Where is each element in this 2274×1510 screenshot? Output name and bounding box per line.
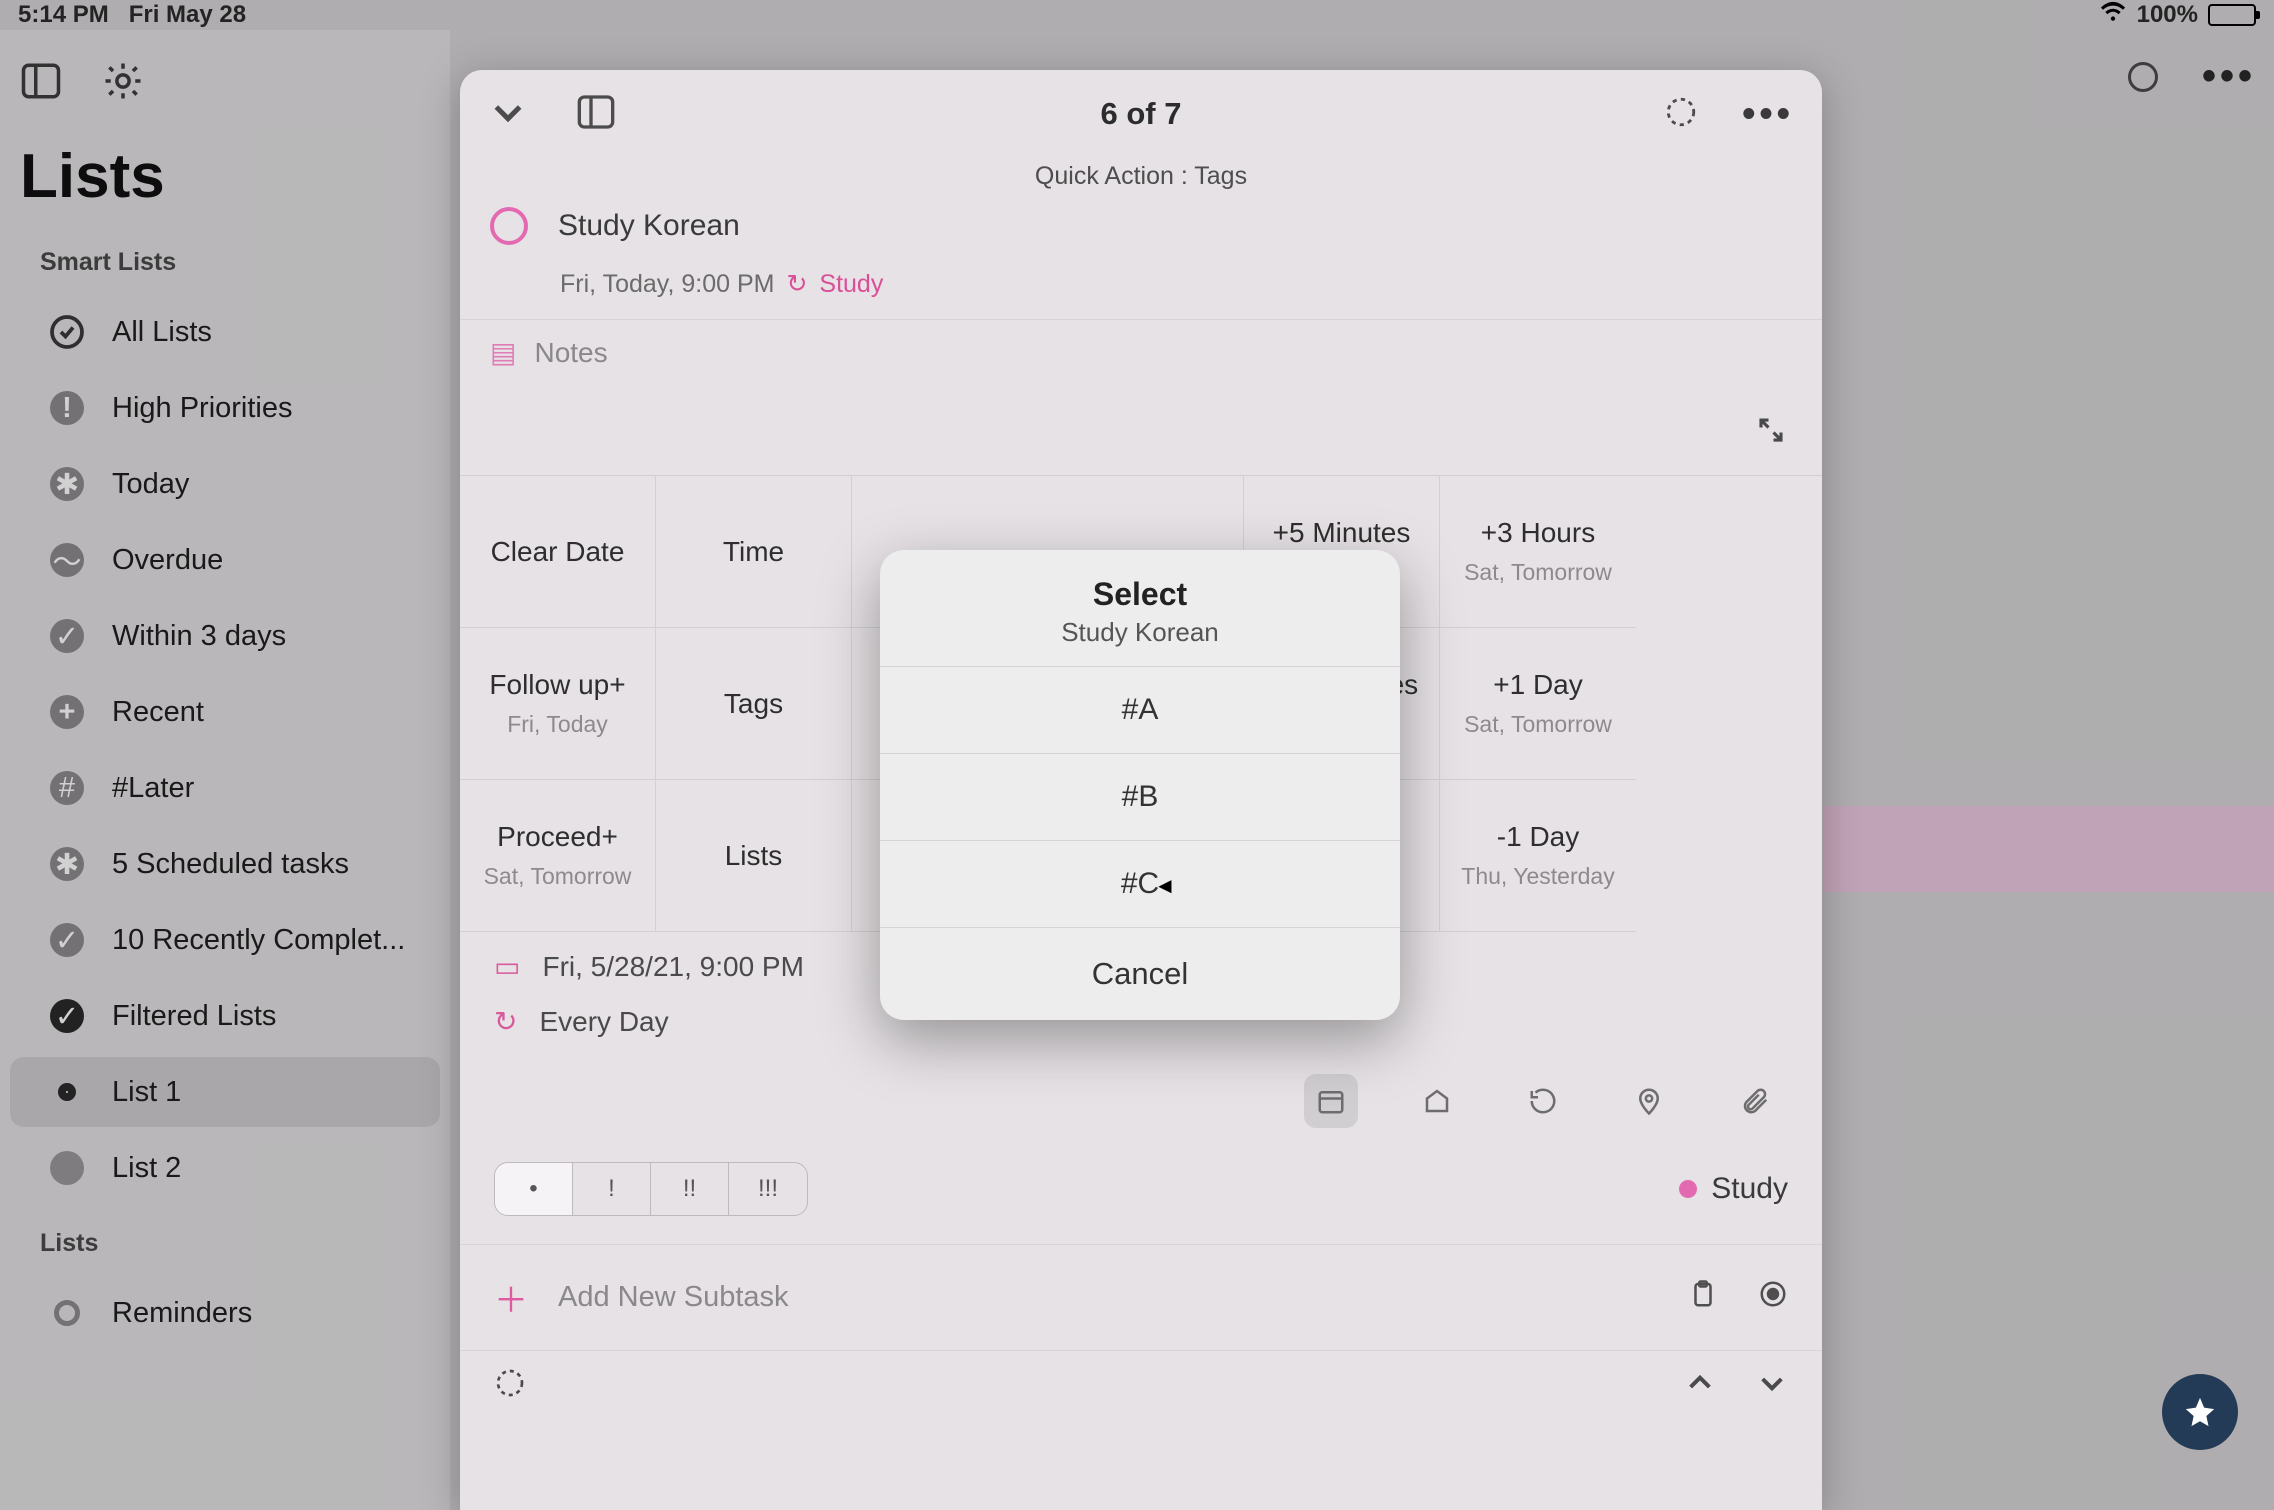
calendar-icon: ▭: [494, 950, 520, 983]
cell-lists[interactable]: Lists: [656, 780, 852, 932]
calendar-icon[interactable]: [1304, 1074, 1358, 1128]
priority-med[interactable]: !!: [651, 1163, 729, 1215]
cell-minus-1day[interactable]: -1 DayThu, Yesterday: [1440, 780, 1636, 932]
star-fab[interactable]: [2162, 1374, 2238, 1450]
list-pill[interactable]: Study: [1679, 1172, 1788, 1206]
sync-icon[interactable]: [494, 1367, 526, 1404]
priority-none[interactable]: •: [495, 1163, 573, 1215]
action-sheet-option-b[interactable]: #B: [880, 754, 1400, 841]
attachment-icon[interactable]: [1728, 1074, 1782, 1128]
notes-icon: ▤: [490, 336, 516, 369]
list-color-dot: [1679, 1180, 1697, 1198]
cell-plus-1day[interactable]: +1 DaySat, Tomorrow: [1440, 628, 1636, 780]
more-icon[interactable]: •••: [1742, 93, 1794, 136]
plus-icon: ＋: [494, 1273, 528, 1322]
target-icon[interactable]: [1664, 95, 1698, 134]
action-sheet-option-c[interactable]: #C: [880, 841, 1400, 928]
repeat-icon: ↻: [494, 1005, 517, 1038]
repeat-icon: ↻: [786, 269, 807, 299]
add-subtask-placeholder[interactable]: Add New Subtask: [558, 1281, 789, 1314]
cell-clear-date[interactable]: Clear Date: [460, 476, 656, 628]
mouse-cursor: ◄: [1154, 873, 1176, 899]
chevron-up-icon[interactable]: [1684, 1367, 1716, 1404]
priority-low[interactable]: !: [573, 1163, 651, 1215]
task-meta-list: Study: [819, 270, 883, 299]
location-icon[interactable]: [1622, 1074, 1676, 1128]
attribute-iconbar: [460, 1056, 1822, 1152]
cell-proceed[interactable]: Proceed+Sat, Tomorrow: [460, 780, 656, 932]
cell-plus-3hr[interactable]: +3 HoursSat, Tomorrow: [1440, 476, 1636, 628]
priority-segmented[interactable]: • ! !! !!!: [494, 1162, 808, 1216]
alarm-icon[interactable]: [1410, 1074, 1464, 1128]
repeat-text: Every Day: [539, 1006, 668, 1038]
tag-select-action-sheet: Select Study Korean #A #B #C Cancel: [880, 550, 1400, 1020]
clipboard-icon[interactable]: [1688, 1279, 1718, 1317]
list-pill-label: Study: [1711, 1172, 1788, 1206]
sheet-counter: 6 of 7: [460, 96, 1822, 132]
repeat-icon[interactable]: [1516, 1074, 1570, 1128]
collapse-icon[interactable]: [488, 92, 528, 137]
priority-high[interactable]: !!!: [729, 1163, 807, 1215]
action-sheet-subtitle: Study Korean: [900, 617, 1380, 648]
action-sheet-title: Select: [900, 576, 1380, 613]
expand-icon[interactable]: [1756, 415, 1786, 450]
task-meta: Fri, Today, 9:00 PM ↻ Study: [460, 263, 1822, 319]
sheet-bottom-bar: [460, 1350, 1822, 1420]
quick-action-label: Quick Action : Tags: [460, 158, 1822, 201]
cell-time[interactable]: Time: [656, 476, 852, 628]
task-checkbox[interactable]: [490, 207, 528, 245]
notes-field[interactable]: ▤ Notes: [460, 319, 1822, 385]
action-sheet-cancel[interactable]: Cancel: [880, 928, 1400, 1020]
date-text: Fri, 5/28/21, 9:00 PM: [542, 951, 803, 983]
notes-placeholder: Notes: [534, 337, 607, 369]
action-sheet-option-a[interactable]: #A: [880, 667, 1400, 754]
sidebar-toggle-icon[interactable]: [576, 92, 616, 137]
task-title[interactable]: Study Korean: [558, 209, 740, 243]
cell-follow-up[interactable]: Follow up+Fri, Today: [460, 628, 656, 780]
record-icon[interactable]: [1758, 1279, 1788, 1317]
cell-tags[interactable]: Tags: [656, 628, 852, 780]
chevron-down-icon[interactable]: [1756, 1367, 1788, 1404]
task-meta-time: Fri, Today, 9:00 PM: [560, 270, 774, 299]
